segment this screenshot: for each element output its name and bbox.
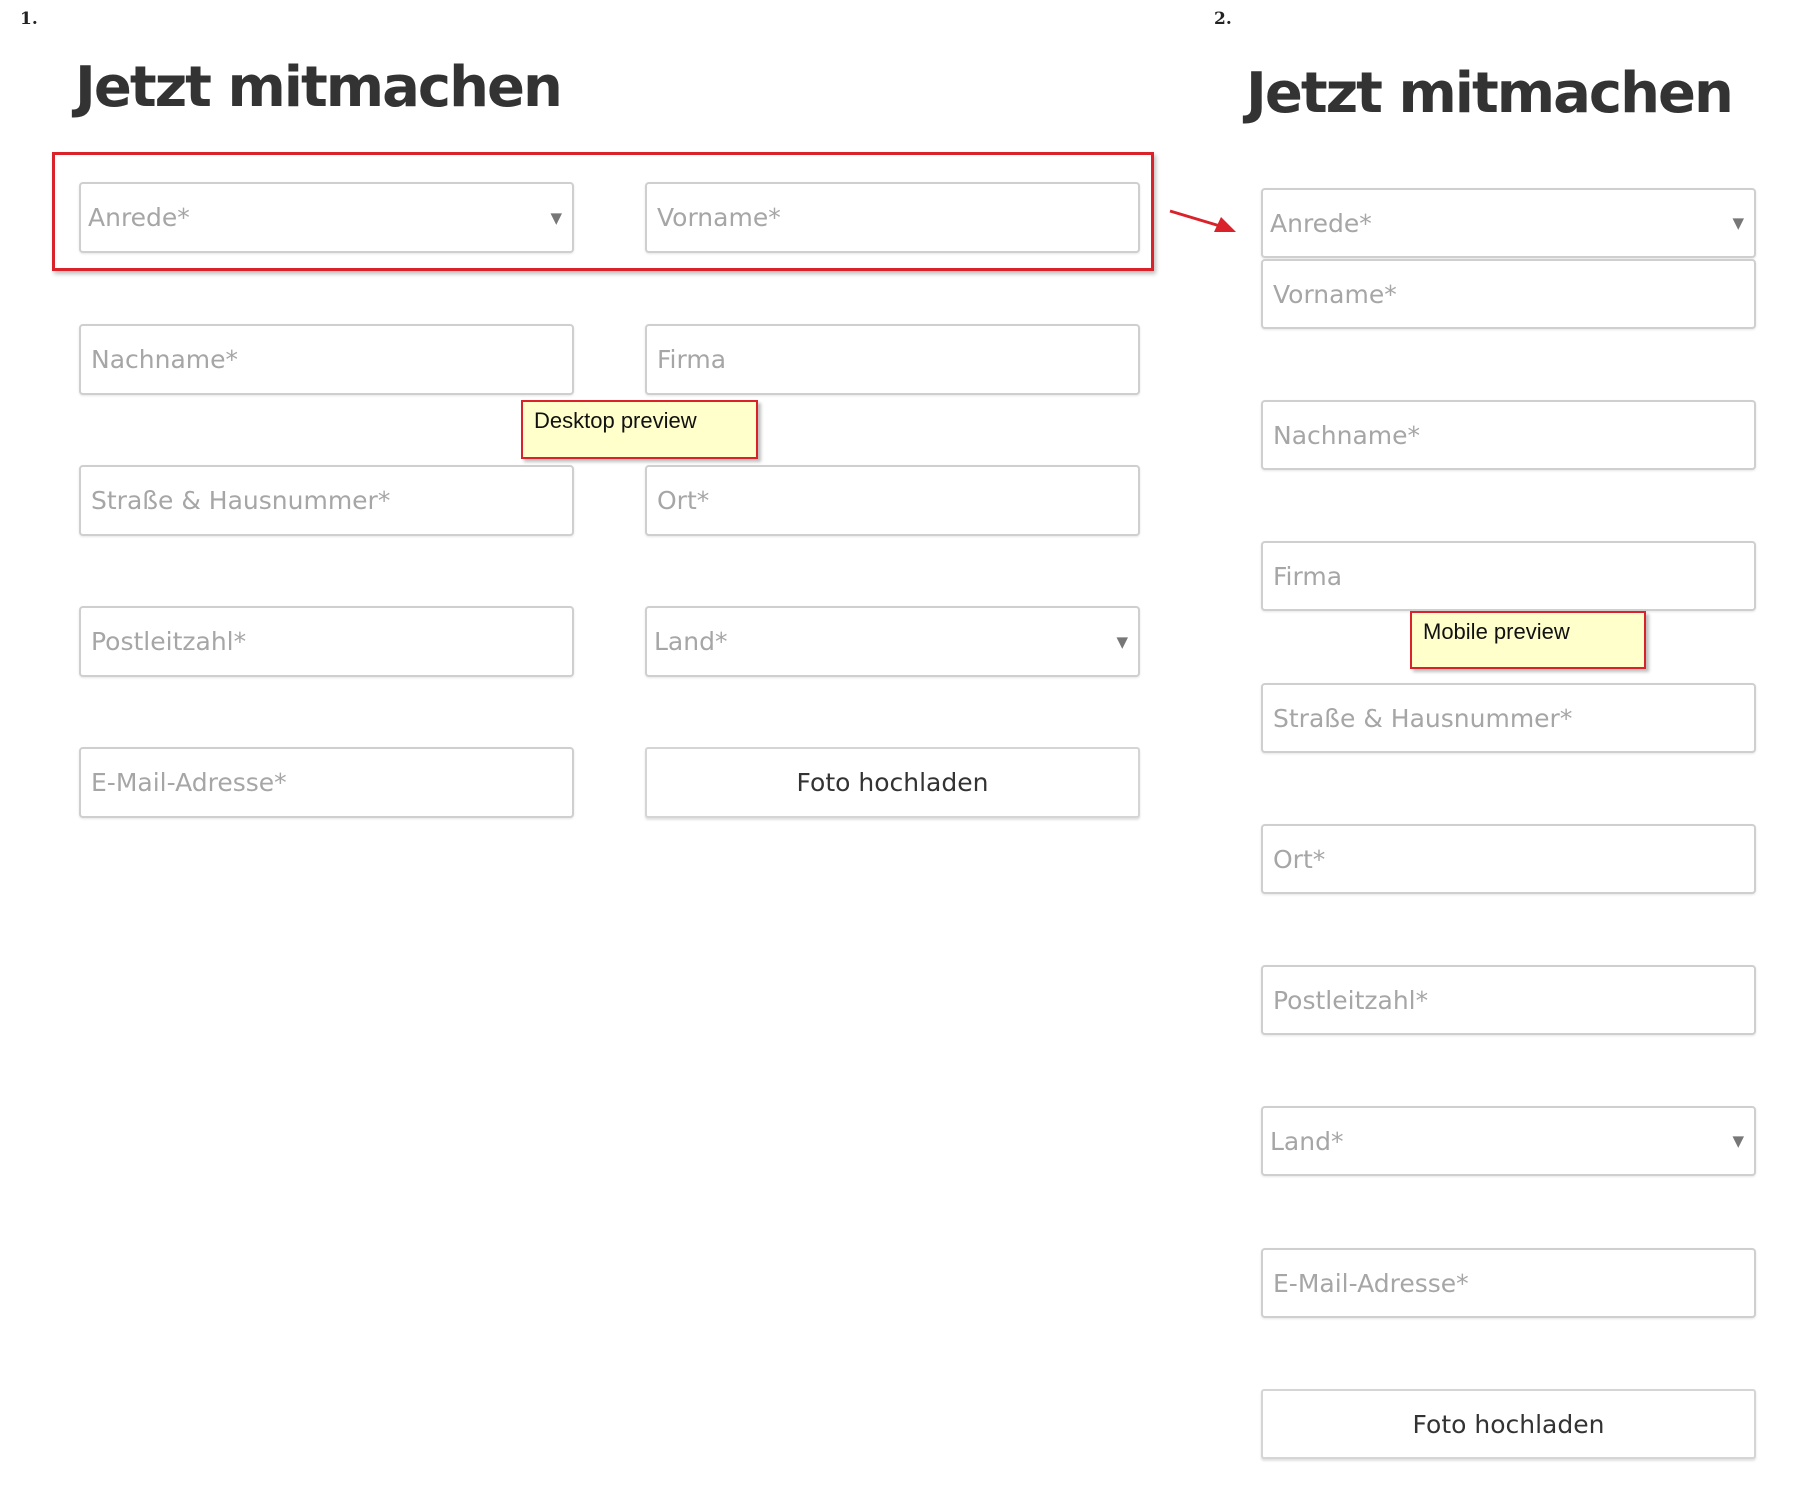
- desktop-firma-placeholder: Firma: [657, 345, 727, 374]
- desktop-nachname-placeholder: Nachname*: [91, 345, 239, 374]
- mobile-postleitzahl-field[interactable]: Postleitzahl*: [1261, 965, 1756, 1035]
- desktop-email-placeholder: E-Mail-Adresse*: [91, 768, 287, 797]
- mobile-land-placeholder: Land*: [1270, 1126, 1344, 1156]
- desktop-nachname-field[interactable]: Nachname*: [79, 324, 574, 395]
- mobile-strasse-placeholder: Straße & Hausnummer*: [1273, 703, 1573, 733]
- desktop-firma-field[interactable]: Firma: [645, 324, 1140, 395]
- chevron-down-icon: ▼: [1732, 1132, 1744, 1150]
- mobile-firma-placeholder: Firma: [1273, 561, 1343, 591]
- desktop-photo-upload-button[interactable]: Foto hochladen: [645, 747, 1140, 818]
- desktop-postleitzahl-placeholder: Postleitzahl*: [91, 627, 247, 656]
- desktop-strasse-placeholder: Straße & Hausnummer*: [91, 486, 391, 515]
- desktop-anrede-placeholder: Anrede*: [88, 203, 190, 232]
- chevron-down-icon: ▼: [1732, 214, 1744, 232]
- mobile-panel-number: 2.: [1214, 9, 1232, 29]
- mobile-land-select[interactable]: Land* ▼: [1261, 1106, 1756, 1176]
- desktop-preview-note: Desktop preview: [521, 400, 758, 459]
- desktop-photo-upload-label: Foto hochladen: [796, 768, 989, 797]
- desktop-vorname-field[interactable]: Vorname*: [645, 182, 1140, 253]
- mobile-ort-placeholder: Ort*: [1273, 844, 1326, 874]
- mobile-email-field[interactable]: E-Mail-Adresse*: [1261, 1248, 1756, 1318]
- desktop-land-placeholder: Land*: [654, 627, 728, 656]
- mobile-preview-note: Mobile preview: [1410, 611, 1646, 669]
- mobile-postleitzahl-placeholder: Postleitzahl*: [1273, 985, 1429, 1015]
- desktop-strasse-field[interactable]: Straße & Hausnummer*: [79, 465, 574, 536]
- desktop-ort-field[interactable]: Ort*: [645, 465, 1140, 536]
- mobile-anrede-select[interactable]: Anrede* ▼: [1261, 188, 1756, 258]
- chevron-down-icon: ▼: [1116, 632, 1128, 651]
- desktop-ort-placeholder: Ort*: [657, 486, 710, 515]
- desktop-panel-number: 1.: [20, 9, 38, 29]
- chevron-down-icon: ▼: [550, 208, 562, 227]
- arrow-icon: [1169, 209, 1236, 232]
- desktop-anrede-select[interactable]: Anrede* ▼: [79, 182, 574, 253]
- desktop-postleitzahl-field[interactable]: Postleitzahl*: [79, 606, 574, 677]
- desktop-page-title: Jetzt mitmachen: [75, 55, 563, 120]
- mobile-ort-field[interactable]: Ort*: [1261, 824, 1756, 894]
- mobile-anrede-placeholder: Anrede*: [1270, 208, 1372, 238]
- mobile-nachname-field[interactable]: Nachname*: [1261, 400, 1756, 470]
- mobile-vorname-field[interactable]: Vorname*: [1261, 259, 1756, 329]
- mobile-page-title: Jetzt mitmachen: [1246, 61, 1734, 126]
- mobile-strasse-field[interactable]: Straße & Hausnummer*: [1261, 683, 1756, 753]
- mobile-photo-upload-button[interactable]: Foto hochladen: [1261, 1389, 1756, 1459]
- mobile-firma-field[interactable]: Firma: [1261, 541, 1756, 611]
- mobile-email-placeholder: E-Mail-Adresse*: [1273, 1268, 1469, 1298]
- mobile-vorname-placeholder: Vorname*: [1273, 279, 1397, 309]
- mobile-photo-upload-label: Foto hochladen: [1412, 1409, 1605, 1439]
- mobile-nachname-placeholder: Nachname*: [1273, 420, 1421, 450]
- desktop-land-select[interactable]: Land* ▼: [645, 606, 1140, 677]
- desktop-email-field[interactable]: E-Mail-Adresse*: [79, 747, 574, 818]
- desktop-vorname-placeholder: Vorname*: [657, 203, 781, 232]
